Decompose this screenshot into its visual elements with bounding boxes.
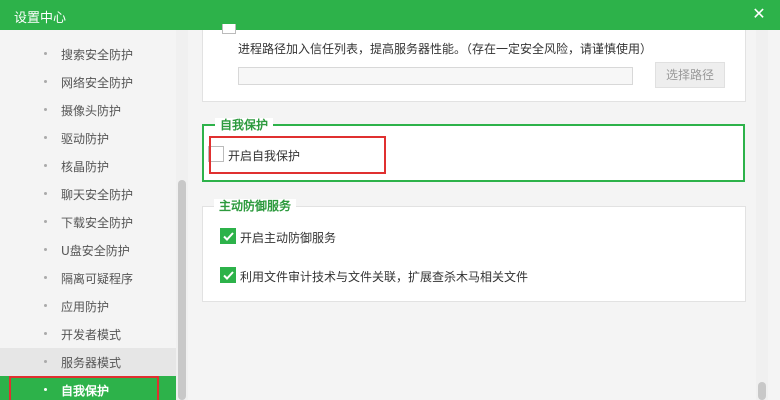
- sidebar-item-camera-protection[interactable]: 摄像头防护: [0, 96, 176, 124]
- sidebar: 搜索安全防护 网络安全防护 摄像头防护 驱动防护 核晶防护 聊天安全防护 下载安…: [0, 30, 188, 400]
- server-mode-description: 进程路径加入信任列表，提高服务器性能。（存在一定安全风险，请谨慎使用）: [238, 42, 653, 56]
- bullet-icon: [44, 220, 47, 223]
- sidebar-item-driver-protection[interactable]: 驱动防护: [0, 124, 176, 152]
- check-icon: [223, 271, 234, 280]
- sidebar-item-label: 隔离可疑程序: [61, 272, 134, 286]
- title-bar: 设置中心 ✕: [0, 0, 780, 30]
- bullet-icon: [44, 360, 47, 363]
- settings-content: 进程路径加入信任列表，提高服务器性能。（存在一定安全风险，请谨慎使用） 选择路径…: [188, 24, 780, 400]
- bullet-icon: [44, 248, 47, 251]
- active-defense-title: 主动防御服务: [214, 199, 297, 213]
- content-scrollbar-track[interactable]: [756, 30, 768, 400]
- active-defense-checkbox[interactable]: [220, 228, 236, 244]
- sidebar-item-label: 网络安全防护: [61, 76, 134, 90]
- sidebar-item-chat-protection[interactable]: 聊天安全防护: [0, 180, 176, 208]
- bullet-icon: [44, 108, 47, 111]
- bullet-icon: [44, 80, 47, 83]
- trusted-path-input[interactable]: [238, 67, 633, 85]
- sidebar-item-server-mode[interactable]: 服务器模式: [0, 348, 176, 376]
- server-mode-panel: 进程路径加入信任列表，提高服务器性能。（存在一定安全风险，请谨慎使用） 选择路径: [202, 24, 746, 102]
- sidebar-item-label: 搜索安全防护: [61, 48, 134, 62]
- sidebar-item-download-protection[interactable]: 下载安全防护: [0, 208, 176, 236]
- sidebar-item-label: 开发者模式: [61, 328, 122, 342]
- bullet-icon: [44, 192, 47, 195]
- bullet-icon: [44, 52, 47, 55]
- sidebar-scrollbar-thumb[interactable]: [178, 180, 186, 400]
- self-protect-title: 自我保护: [215, 118, 274, 132]
- active-defense-label[interactable]: 开启主动防御服务: [240, 229, 336, 246]
- self-protect-highlight-box: [209, 136, 386, 174]
- content-scrollbar-thumb[interactable]: [758, 382, 766, 400]
- file-audit-checkbox[interactable]: [220, 267, 236, 283]
- sidebar-item-label: U盘安全防护: [61, 244, 130, 258]
- sidebar-item-quarantine[interactable]: 隔离可疑程序: [0, 264, 176, 292]
- choose-path-button[interactable]: 选择路径: [655, 62, 725, 88]
- sidebar-item-search-protection[interactable]: 搜索安全防护: [0, 40, 176, 68]
- close-icon[interactable]: ✕: [749, 3, 769, 25]
- sidebar-item-network-protection[interactable]: 网络安全防护: [0, 68, 176, 96]
- sidebar-item-app-protection[interactable]: 应用防护: [0, 292, 176, 320]
- sidebar-item-label: 聊天安全防护: [61, 188, 134, 202]
- window-title: 设置中心: [14, 11, 67, 26]
- active-defense-group: 主动防御服务 开启主动防御服务 利用文件审计技术与文件关联，扩展查杀木马相关文件: [202, 199, 746, 302]
- bullet-icon: [44, 332, 47, 335]
- sidebar-item-label: 服务器模式: [61, 356, 122, 370]
- bullet-icon: [44, 276, 47, 279]
- sidebar-item-label: 应用防护: [61, 300, 110, 314]
- bullet-icon: [44, 136, 47, 139]
- sidebar-item-usb-protection[interactable]: U盘安全防护: [0, 236, 176, 264]
- sidebar-item-label: 核晶防护: [61, 160, 110, 174]
- sidebar-item-label: 摄像头防护: [61, 104, 122, 118]
- sidebar-item-label: 驱动防护: [61, 132, 110, 146]
- check-icon: [223, 232, 234, 241]
- bullet-icon: [44, 304, 47, 307]
- file-audit-label[interactable]: 利用文件审计技术与文件关联，扩展查杀木马相关文件: [240, 268, 528, 285]
- bullet-icon: [44, 164, 47, 167]
- server-mode-checkbox[interactable]: [222, 24, 236, 34]
- sidebar-item-developer-mode[interactable]: 开发者模式: [0, 320, 176, 348]
- sidebar-item-label: 下载安全防护: [61, 216, 134, 230]
- selection-highlight-box: [9, 376, 159, 400]
- sidebar-item-core-protection[interactable]: 核晶防护: [0, 152, 176, 180]
